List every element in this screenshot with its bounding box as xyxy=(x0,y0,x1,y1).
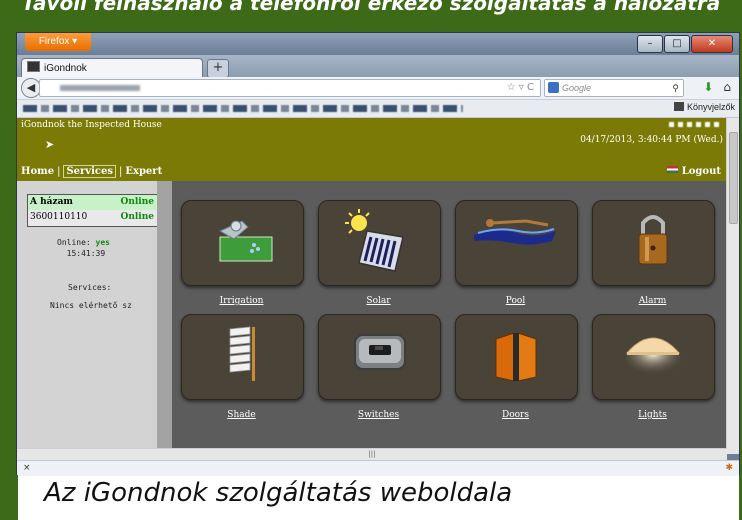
tile-label-pool[interactable]: Pool xyxy=(455,296,576,306)
tile-label-doors[interactable]: Doors xyxy=(455,410,576,420)
lights-tile[interactable] xyxy=(592,314,715,400)
window-controls: – □ ✕ xyxy=(637,35,733,53)
addon-icon[interactable]: ✱ xyxy=(725,461,733,476)
green-frame: Firefox ▾ – □ ✕ iGondnok + ◀ ☆ ▿ C Googl… xyxy=(0,18,742,476)
door-icon xyxy=(495,332,537,382)
google-icon xyxy=(548,82,559,93)
pool-tile[interactable] xyxy=(455,200,578,286)
close-window-button[interactable]: ✕ xyxy=(691,35,733,53)
close-addon-bar-icon[interactable]: × xyxy=(23,463,31,473)
url-bar-icons: ☆ ▿ C xyxy=(507,80,534,96)
horizontal-scrollbar[interactable]: ||| xyxy=(17,448,727,460)
minimize-button[interactable]: – xyxy=(637,35,663,53)
url-bar[interactable]: ☆ ▿ C xyxy=(39,79,541,97)
online-info: Online: yes 15:41:39 xyxy=(57,237,110,259)
reload-icon[interactable]: C xyxy=(527,82,534,93)
solar-panel-icon xyxy=(345,209,404,272)
hungarian-flag-icon xyxy=(666,166,678,173)
mouse-cursor-icon: ➤ xyxy=(45,138,55,151)
home-icon[interactable]: ⌂ xyxy=(723,80,731,94)
doors-tile[interactable] xyxy=(455,314,578,400)
bookmarks-menu[interactable]: Könyvjelzők xyxy=(673,102,735,112)
device-status: Online xyxy=(120,197,155,207)
lamp-icon xyxy=(625,337,681,379)
swimmer-icon xyxy=(474,219,556,245)
sidebar: A házam Online 3600110110 Online Online:… xyxy=(17,181,172,448)
top-caption: Távoli felhasználó a telefonról érkező s… xyxy=(0,0,742,18)
solar-tile[interactable] xyxy=(318,200,441,286)
irrigation-icon xyxy=(218,220,273,262)
logout-link[interactable]: Logout xyxy=(666,166,721,177)
tile-label-shade[interactable]: Shade xyxy=(181,410,302,420)
alarm-tile[interactable] xyxy=(592,200,715,286)
nav-home[interactable]: Home xyxy=(21,166,54,177)
online-value: yes xyxy=(95,238,110,247)
nav-services[interactable]: Services xyxy=(63,165,116,178)
datetime: 04/17/2013, 3:40:44 PM (Wed.) xyxy=(580,135,723,145)
dropdown-icon[interactable]: ▿ xyxy=(519,82,524,93)
scroll-thumb[interactable] xyxy=(729,132,738,224)
clock: 15:41:39 xyxy=(66,249,106,258)
device-name: A házam xyxy=(30,197,73,207)
star-icon[interactable]: ☆ xyxy=(507,82,516,93)
online-label: Online: xyxy=(57,238,91,247)
tab-title: iGondnok xyxy=(44,63,87,74)
tile-label-alarm[interactable]: Alarm xyxy=(592,296,713,306)
tab-igondnok[interactable]: iGondnok xyxy=(21,58,203,78)
search-input[interactable]: Google ⚲ xyxy=(544,79,684,97)
favicon-icon xyxy=(27,61,40,72)
device-row[interactable]: A házam Online xyxy=(28,195,157,210)
bookmarks-label: Könyvjelzők xyxy=(686,102,735,112)
site-nav: Home | Services | Expert xyxy=(21,165,163,178)
navigation-bar: ◀ ☆ ▿ C Google ⚲ ⬇ ⌂ xyxy=(17,77,739,100)
device-status: Online xyxy=(120,212,155,222)
bookmarks-icon xyxy=(673,102,684,111)
firefox-menu-button[interactable]: Firefox ▾ xyxy=(25,33,91,51)
browser-window: Firefox ▾ – □ ✕ iGondnok + ◀ ☆ ▿ C Googl… xyxy=(16,32,740,476)
tile-label-solar[interactable]: Solar xyxy=(318,296,439,306)
status-bar: × ✱ xyxy=(17,460,739,476)
site-header: iGondnok the Inspected House ➤ 04/17/201… xyxy=(17,118,727,181)
new-tab-button[interactable]: + xyxy=(207,59,229,78)
services-grid: Irrigation Solar Pool Alarm Shade Switch… xyxy=(172,181,727,448)
back-arrow-icon[interactable]: ◀ xyxy=(21,78,41,98)
nav-icons: ⬇ ⌂ xyxy=(703,80,731,94)
device-name: 3600110110 xyxy=(30,212,88,222)
services-info: Services: Nincs elérhető sz xyxy=(50,282,132,310)
tile-label-switches[interactable]: Switches xyxy=(318,410,439,420)
device-row[interactable]: 3600110110 Online xyxy=(28,210,157,225)
download-icon[interactable]: ⬇ xyxy=(703,80,713,94)
services-label: Services: xyxy=(68,283,112,292)
shade-blind-icon xyxy=(229,326,255,381)
shade-tile[interactable] xyxy=(181,314,304,400)
blurred-user xyxy=(669,122,719,127)
blurred-bookmarks xyxy=(23,105,463,112)
site-title: iGondnok the Inspected House xyxy=(21,120,162,130)
switch-icon xyxy=(354,334,406,370)
logout-label: Logout xyxy=(681,166,721,177)
search-placeholder: Google xyxy=(562,83,592,93)
tab-strip: iGondnok + xyxy=(17,55,739,78)
device-list: A házam Online 3600110110 Online xyxy=(27,194,158,227)
tile-label-lights[interactable]: Lights xyxy=(592,410,713,420)
bookmarks-toolbar: Könyvjelzők xyxy=(17,100,739,118)
tile-label-irrigation[interactable]: Irrigation xyxy=(181,296,302,306)
switches-tile[interactable] xyxy=(318,314,441,400)
maximize-button[interactable]: □ xyxy=(664,35,690,53)
bottom-caption: Az iGondnok szolgáltatás weboldala xyxy=(44,478,513,508)
irrigation-tile[interactable] xyxy=(181,200,304,286)
title-bar: Firefox ▾ – □ ✕ xyxy=(17,33,739,55)
nav-expert[interactable]: Expert xyxy=(125,166,162,177)
page-content: iGondnok the Inspected House ➤ 04/17/201… xyxy=(17,118,739,448)
sidebar-divider xyxy=(157,181,172,448)
blurred-url xyxy=(60,85,140,91)
padlock-icon xyxy=(638,215,668,265)
vertical-scrollbar[interactable] xyxy=(726,118,739,454)
search-icon[interactable]: ⚲ xyxy=(672,80,679,96)
frame-left-edge xyxy=(0,475,18,520)
